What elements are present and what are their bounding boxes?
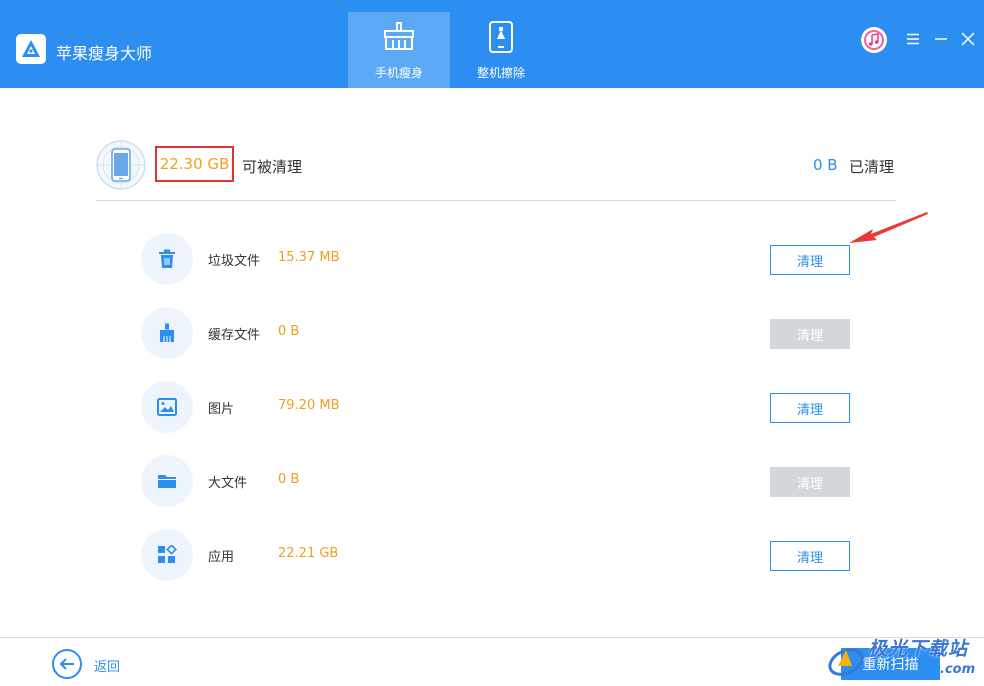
itunes-icon[interactable]: [861, 27, 887, 53]
app-title: 苹果瘦身大师: [56, 44, 153, 63]
cleanable-label: 可被清理: [242, 158, 303, 176]
folder-icon: [141, 455, 193, 507]
item-name: 大文件: [208, 476, 248, 491]
watermark-domain: .com: [940, 662, 976, 677]
annotation-arrow-icon: [845, 210, 929, 254]
item-size: 0 B: [278, 472, 300, 487]
back-arrow-icon[interactable]: [52, 649, 82, 679]
tab-full-erase[interactable]: 整机擦除: [450, 12, 552, 88]
phone-erase-tab-icon: [487, 20, 515, 54]
item-name: 垃圾文件: [208, 254, 261, 269]
clean-large-files-button[interactable]: 清理: [770, 467, 850, 497]
total-cleanable-size: 22.30 GB: [155, 146, 234, 182]
list-item-apps: 应用 22.21 GB 清理: [141, 529, 851, 581]
clean-pictures-button[interactable]: 清理: [770, 393, 850, 423]
watermark-logo-icon: [828, 648, 864, 676]
item-size: 22.21 GB: [278, 546, 339, 561]
tab-label: 手机瘦身: [374, 66, 423, 80]
close-icon[interactable]: [959, 30, 977, 48]
menu-icon[interactable]: [904, 30, 922, 48]
image-icon: [141, 381, 193, 433]
cleaned-size: 0 B: [813, 156, 838, 174]
item-size: 15.37 MB: [278, 250, 340, 265]
list-item-cache-files: 缓存文件 0 B 清理: [141, 307, 851, 359]
app-window: 苹果瘦身大师 手机瘦身 整机擦除 22.30 GB 可被清理 0 B 已清理 垃…: [0, 0, 984, 686]
list-item-large-files: 大文件 0 B 清理: [141, 455, 851, 507]
minimize-icon[interactable]: [932, 30, 950, 48]
clean-junk-files-button[interactable]: 清理: [770, 245, 850, 275]
list-item-junk-files: 垃圾文件 15.37 MB 清理: [141, 233, 851, 285]
item-name: 图片: [208, 402, 235, 417]
watermark-text: 极光下载站: [868, 638, 969, 660]
cleaned-label: 已清理: [849, 158, 895, 176]
apps-icon: [141, 529, 193, 581]
tab-phone-slim[interactable]: 手机瘦身: [348, 12, 450, 88]
trash-icon: [141, 233, 193, 285]
title-bar: 苹果瘦身大师 手机瘦身 整机擦除: [0, 0, 984, 88]
back-button[interactable]: 返回: [94, 656, 120, 675]
list-item-pictures: 图片 79.20 MB 清理: [141, 381, 851, 433]
clean-cache-files-button[interactable]: 清理: [770, 319, 850, 349]
watermark: 极光下载站 .com: [822, 634, 984, 686]
item-name: 缓存文件: [208, 328, 261, 343]
tab-label: 整机擦除: [476, 66, 525, 80]
broom-tab-icon: [382, 20, 416, 54]
clean-apps-button[interactable]: 清理: [770, 541, 850, 571]
phone-scan-icon: [96, 140, 146, 190]
divider: [96, 200, 896, 201]
app-logo-icon: [16, 34, 46, 64]
item-name: 应用: [208, 550, 235, 565]
item-size: 79.20 MB: [278, 398, 340, 413]
brush-icon: [141, 307, 193, 359]
item-size: 0 B: [278, 324, 300, 339]
